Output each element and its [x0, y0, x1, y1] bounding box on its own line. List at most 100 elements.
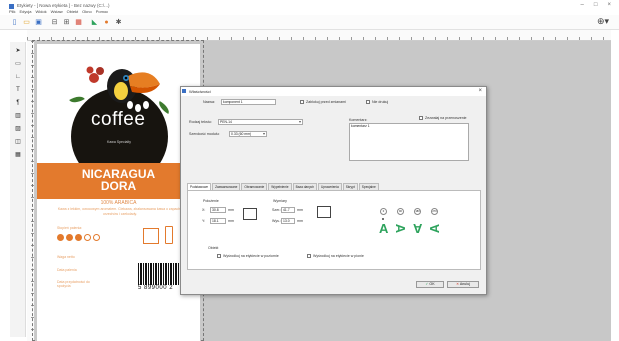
- dialog-title: Właściwości: [189, 89, 211, 94]
- x-field[interactable]: 30.8: [210, 207, 226, 213]
- rotation-0-radio[interactable]: 0: [380, 208, 387, 215]
- new-icon[interactable]: ▯: [10, 18, 19, 27]
- tab-fill[interactable]: Wypełnienie: [268, 183, 292, 190]
- open-icon[interactable]: ▭: [22, 18, 31, 27]
- lock-checkbox[interactable]: [300, 100, 304, 104]
- properties-dialog: Właściwości × Nazwa: komponent 1 Zabloku…: [180, 86, 487, 295]
- cancel-button[interactable]: ✕ Anuluj: [447, 281, 479, 288]
- net-weight-label: Waga netto: [57, 255, 75, 259]
- roast-level-dot: [66, 234, 73, 241]
- height-field[interactable]: 13.0: [281, 218, 295, 224]
- allow-move-label: Zezwalaj na przenoszenie: [425, 116, 467, 120]
- brand-name: coffee: [91, 109, 146, 130]
- property-tabs: Podstawowe Zaawansowane Obramowanie Wype…: [187, 183, 380, 190]
- ok-label: OK: [429, 282, 435, 286]
- print-icon[interactable]: ⊟: [50, 18, 59, 27]
- maximize-button[interactable]: □: [594, 2, 598, 8]
- description-text: Kawa z lekkim, owocowym aromatem. Ciekaw…: [57, 207, 183, 216]
- minimize-button[interactable]: –: [581, 2, 584, 8]
- layers-icon[interactable]: ◫: [13, 137, 23, 146]
- main-toolbar: ▯ ▭ ▣ ⊟ ⊞ ▦ ◣ ● ✱ ⊕▾: [0, 15, 619, 30]
- width-label: Szer.:: [272, 208, 282, 212]
- roast-level-dot: [93, 234, 100, 241]
- text-icon[interactable]: T: [13, 85, 23, 94]
- menu-insert[interactable]: Wstaw: [51, 9, 63, 14]
- zoom-icon[interactable]: ⊕▾: [597, 16, 609, 27]
- menu-object[interactable]: Obiekt: [67, 9, 79, 14]
- menu-file[interactable]: Plik: [9, 9, 15, 14]
- tab-border[interactable]: Obramowanie: [241, 183, 268, 190]
- y-label: Y:: [202, 219, 206, 223]
- width-unit: mm: [297, 208, 303, 212]
- no-print-label: Nie drukuj: [372, 100, 389, 104]
- title-bar: Etykiety - [ Nowa etykieta ] - Bez nazwy…: [0, 0, 619, 14]
- allow-move-checkbox[interactable]: [419, 116, 423, 120]
- rotation-180-radio[interactable]: 180: [414, 208, 421, 215]
- dialog-close-button[interactable]: ×: [478, 88, 482, 94]
- paragraph-icon[interactable]: ¶: [13, 98, 23, 107]
- best-before-label: Data przydatności do spożycia: [57, 280, 90, 288]
- rectangle-icon[interactable]: ▭: [13, 59, 23, 68]
- menu-window[interactable]: Okno: [82, 9, 92, 14]
- comment-textarea[interactable]: komentarz 1: [349, 123, 469, 161]
- print-preview-icon[interactable]: ⊞: [62, 18, 71, 27]
- rotation-90-radio[interactable]: 90: [397, 208, 404, 215]
- tab-advanced[interactable]: Zaawansowane: [212, 183, 241, 190]
- rotation-270-preview: A: [427, 223, 443, 234]
- tab-database[interactable]: Baza danych: [292, 183, 318, 190]
- center-horizontal-checkbox[interactable]: [217, 254, 221, 258]
- check-icon: ✓: [425, 282, 429, 286]
- module-width-select[interactable]: 0.33 (60 mm): [229, 131, 267, 137]
- menu-edit[interactable]: Edycja: [19, 9, 31, 14]
- settings-icon[interactable]: ●: [102, 18, 111, 27]
- dialog-title-bar: Właściwości ×: [181, 87, 486, 96]
- menu-view[interactable]: Widok: [35, 9, 46, 14]
- rotation-270-radio[interactable]: 270: [431, 208, 438, 215]
- y-field[interactable]: 18.1: [210, 218, 226, 224]
- database-icon[interactable]: ▦: [74, 18, 83, 27]
- tab-basic[interactable]: Podstawowe: [187, 183, 212, 190]
- no-print-checkbox[interactable]: [366, 100, 370, 104]
- color-icon[interactable]: ◣: [90, 18, 99, 27]
- width-field[interactable]: 41.7: [281, 207, 295, 213]
- tab-permissions[interactable]: Uprawnienia: [318, 183, 342, 190]
- rotation-selected-indicator: [382, 218, 384, 220]
- picture-icon[interactable]: ▨: [13, 124, 23, 133]
- font-label: Rodzaj tekstu:: [189, 120, 212, 124]
- roast-level-dot: [57, 234, 64, 241]
- pointer-icon[interactable]: ➤: [13, 46, 23, 55]
- ok-button[interactable]: ✓ OK: [416, 281, 444, 288]
- menu-bar: Plik Edycja Widok Wstaw Obiekt Okno Pomo…: [9, 9, 108, 14]
- x-unit: mm: [228, 208, 234, 212]
- center-vertical-label: Wyśrodkuj na etykiecie w pionie: [313, 254, 364, 258]
- center-horizontal-label: Wyśrodkuj na etykiecie w poziomie: [223, 254, 279, 258]
- window-controls: – □ ×: [581, 2, 611, 8]
- close-window-button[interactable]: ×: [607, 2, 611, 8]
- roast-label: Stopień palenia:: [57, 226, 83, 230]
- name-field[interactable]: komponent 1: [221, 99, 276, 105]
- save-icon[interactable]: ▣: [34, 18, 43, 27]
- dialog-icon: [182, 89, 186, 93]
- options-title: Obiekt: [208, 246, 219, 250]
- barcode-icon[interactable]: ▥: [13, 111, 23, 120]
- tab-special[interactable]: Specjalne: [358, 183, 379, 190]
- tab-panel: Położenie X: 30.8 mm Y: 18.1 mm Wymiary …: [187, 190, 481, 270]
- table-icon[interactable]: ▦: [13, 150, 23, 159]
- line-icon[interactable]: ∟: [13, 72, 23, 81]
- french-press-icon: [165, 226, 173, 244]
- x-label: X:: [202, 208, 206, 212]
- origin-farm: DORA: [100, 179, 137, 193]
- lock-label: Zablokuj przed zmianami: [306, 100, 346, 104]
- tab-script[interactable]: Skrypt: [342, 183, 358, 190]
- center-vertical-checkbox[interactable]: [307, 254, 311, 258]
- help-icon[interactable]: ✱: [114, 18, 123, 27]
- font-select[interactable]: PEN-14: [218, 119, 303, 125]
- comment-label: Komentarz:: [349, 118, 368, 122]
- height-unit: mm: [297, 219, 303, 223]
- menu-help[interactable]: Pomoc: [96, 9, 108, 14]
- cancel-label: Anuluj: [459, 282, 470, 286]
- cross-icon: ✕: [456, 282, 460, 286]
- rotation-180-preview: A: [413, 221, 423, 236]
- size-preview: [317, 206, 331, 218]
- origin-banner: NICARAGUA DORA: [37, 163, 200, 199]
